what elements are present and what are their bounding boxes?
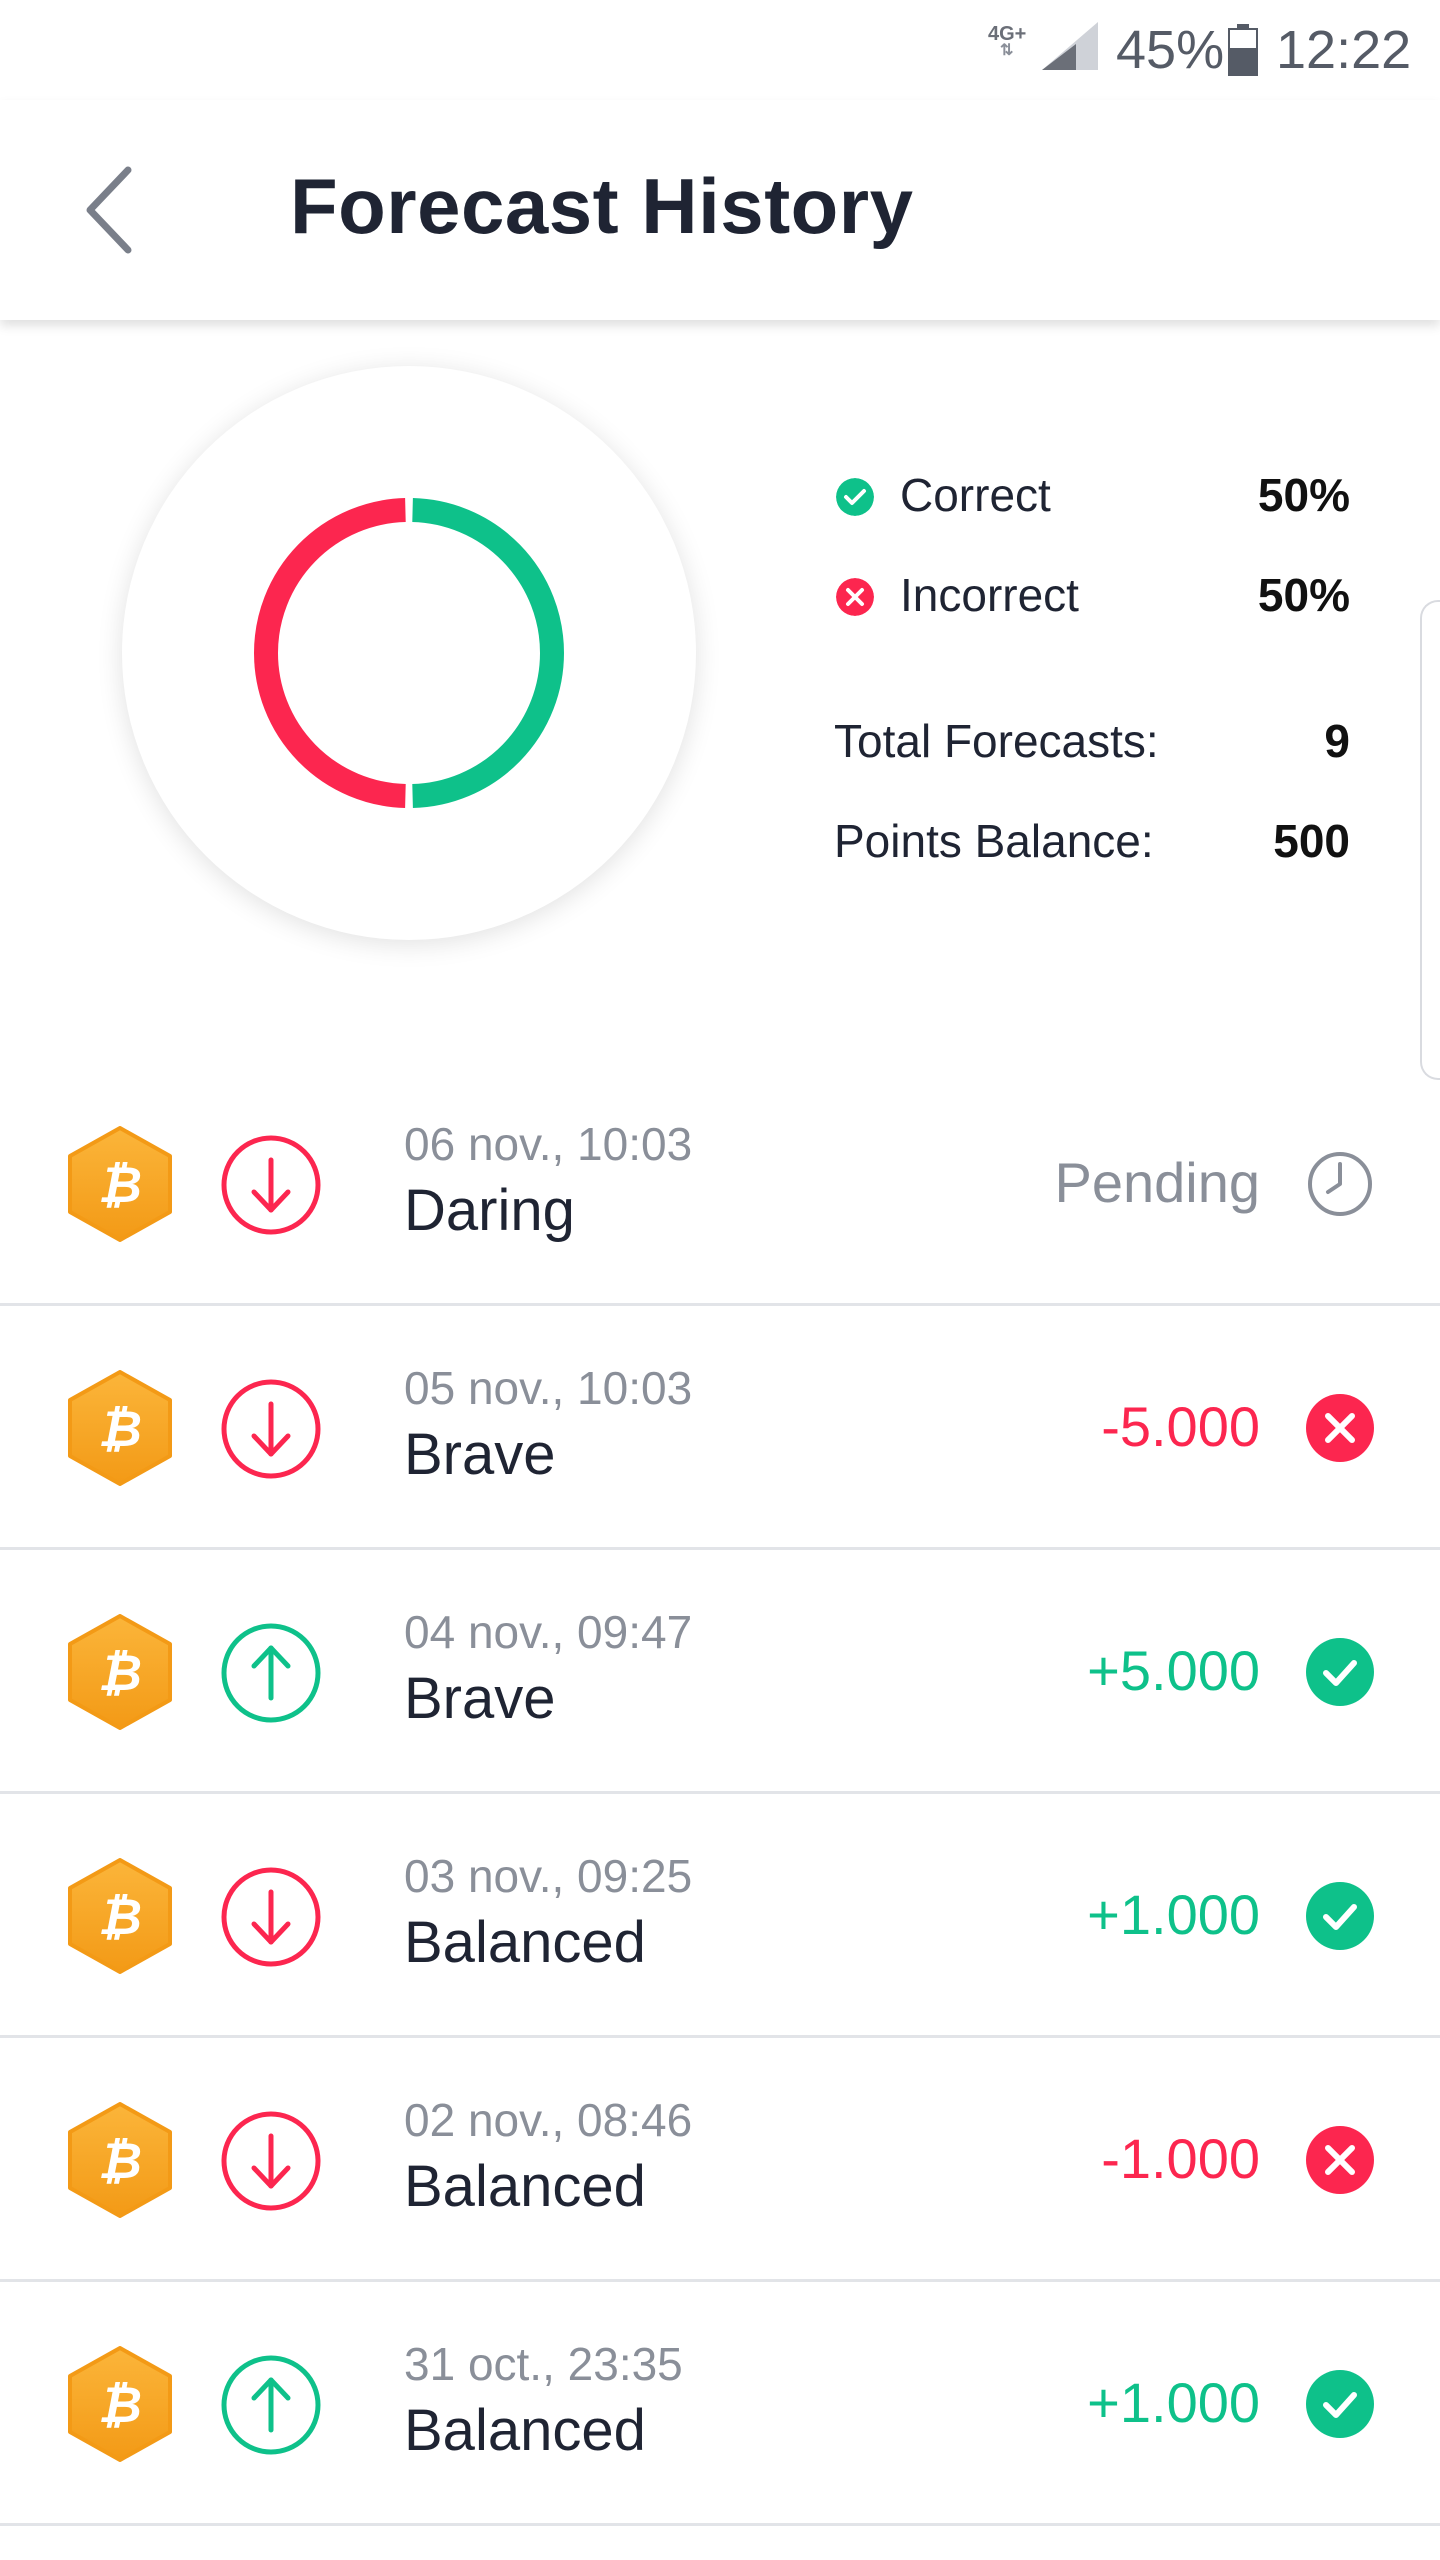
correct-label: Correct [900, 469, 1051, 521]
correct-arc [412, 498, 564, 808]
forecast-list: ₿ 06 nov., 10:03 Daring Pending ₿ 05 nov… [0, 1062, 1440, 2526]
bitcoin-icon: ₿ [68, 1614, 172, 1730]
svg-text:₿: ₿ [98, 1888, 142, 1946]
clock-icon [1308, 1152, 1372, 1216]
forecast-strategy: Balanced [404, 2398, 646, 2463]
forecast-date: 05 nov., 10:03 [404, 1362, 693, 1414]
bitcoin-icon: ₿ [68, 1126, 172, 1242]
svg-text:₿: ₿ [98, 1156, 142, 1214]
check-circle-icon [1306, 2370, 1374, 2438]
arrow-down-circle-icon [221, 1135, 321, 1235]
forecast-row-4[interactable]: ₿ 03 nov., 09:25 Balanced +1.000 [0, 1794, 1440, 2038]
forecast-row-6[interactable]: ₿ 31 oct., 23:35 Balanced +1.000 [0, 2282, 1440, 2526]
forecast-result-amount: +1.000 [1087, 1883, 1260, 1946]
bitcoin-icon: ₿ [68, 1370, 172, 1486]
forecast-strategy: Balanced [404, 1910, 646, 1975]
x-circle-icon [1306, 1394, 1374, 1462]
bitcoin-icon: ₿ [68, 2102, 172, 2218]
clock: 12:22 [1276, 20, 1412, 80]
svg-text:₿: ₿ [98, 1644, 142, 1702]
total-forecasts-stat: Total Forecasts: 9 [830, 706, 1350, 776]
signal-icon [1042, 22, 1098, 70]
forecast-result-amount: +5.000 [1087, 1639, 1260, 1702]
points-balance-value: 500 [1273, 815, 1350, 867]
accuracy-ring [122, 366, 696, 940]
forecast-result-amount: -5.000 [1101, 1395, 1260, 1458]
arrow-down-circle-icon [221, 1867, 321, 1967]
incorrect-label: Incorrect [900, 569, 1079, 621]
check-circle-icon [1306, 1882, 1374, 1950]
svg-text:₿: ₿ [98, 1400, 142, 1458]
forecast-date: 03 nov., 09:25 [404, 1850, 693, 1902]
bitcoin-icon: ₿ [68, 1858, 172, 1974]
forecast-strategy: Daring [404, 1178, 575, 1243]
arrow-down-circle-icon [221, 1379, 321, 1479]
total-forecasts-label: Total Forecasts: [834, 715, 1159, 767]
x-circle-icon [836, 578, 874, 616]
bitcoin-icon: ₿ [68, 2346, 172, 2462]
forecast-row-3[interactable]: ₿ 04 nov., 09:47 Brave +5.000 [0, 1550, 1440, 1794]
incorrect-value: 50% [1257, 569, 1350, 621]
side-drawer-handle[interactable] [1420, 600, 1440, 1080]
points-balance-label: Points Balance: [834, 815, 1154, 867]
incorrect-arc [254, 498, 406, 808]
correct-stat: Correct 50% [830, 460, 1350, 530]
data-arrows-icon: ⇅ [1000, 42, 1014, 59]
battery-icon [1228, 24, 1258, 76]
status-bar: 4G+ ⇅ 45% 12:22 [0, 0, 1440, 100]
arrow-up-circle-icon [221, 2355, 321, 2455]
battery-percent: 45% [1116, 20, 1225, 80]
points-balance-stat: Points Balance: 500 [830, 806, 1350, 876]
accuracy-ring-chart [254, 498, 564, 808]
forecast-date: 06 nov., 10:03 [404, 1118, 693, 1170]
app-header: Forecast History [0, 100, 1440, 320]
forecast-result-amount: +1.000 [1087, 2371, 1260, 2434]
forecast-strategy: Brave [404, 1666, 556, 1731]
total-forecasts-value: 9 [1324, 715, 1350, 767]
forecast-date: 31 oct., 23:35 [404, 2338, 683, 2390]
page-title: Forecast History [290, 162, 914, 250]
forecast-strategy: Brave [404, 1422, 556, 1487]
forecast-date: 02 nov., 08:46 [404, 2094, 693, 2146]
forecast-date: 04 nov., 09:47 [404, 1606, 693, 1658]
forecast-strategy: Balanced [404, 2154, 646, 2219]
forecast-row-5[interactable]: ₿ 02 nov., 08:46 Balanced -1.000 [0, 2038, 1440, 2282]
x-circle-icon [1306, 2126, 1374, 2194]
back-arrow-icon[interactable] [80, 162, 140, 258]
forecast-result-amount: -1.000 [1101, 2127, 1260, 2190]
forecast-result-amount: Pending [1054, 1151, 1260, 1214]
forecast-row-2[interactable]: ₿ 05 nov., 10:03 Brave -5.000 [0, 1306, 1440, 1550]
check-circle-icon [1306, 1638, 1374, 1706]
forecast-row-1[interactable]: ₿ 06 nov., 10:03 Daring Pending [0, 1062, 1440, 1306]
correct-value: 50% [1257, 469, 1350, 521]
network-indicator: 4G+ ⇅ [988, 24, 1026, 59]
arrow-up-circle-icon [221, 1623, 321, 1723]
svg-text:₿: ₿ [98, 2376, 142, 2434]
svg-text:₿: ₿ [98, 2132, 142, 2190]
arrow-down-circle-icon [221, 2111, 321, 2211]
check-circle-icon [836, 478, 874, 516]
incorrect-stat: Incorrect 50% [830, 560, 1350, 630]
